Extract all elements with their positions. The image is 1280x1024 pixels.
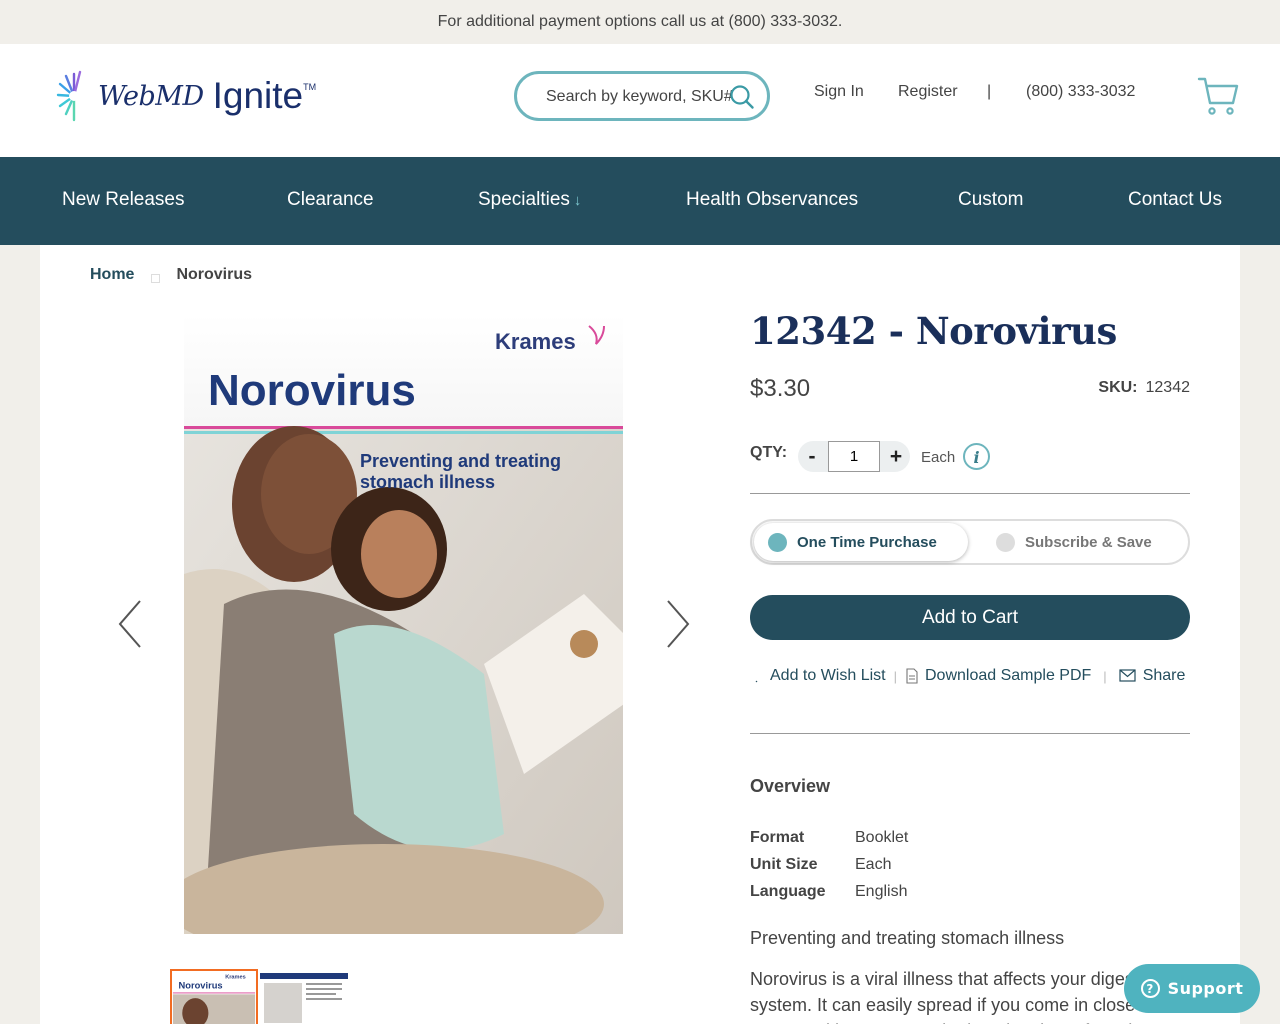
qty-decrement-button[interactable]: - [798, 441, 826, 472]
breadcrumb-separator [151, 273, 161, 283]
search-icon[interactable] [729, 84, 755, 110]
heart-icon [755, 680, 758, 683]
share-link[interactable]: Share [1119, 667, 1186, 685]
sign-in-link[interactable]: Sign In [814, 83, 864, 101]
nav-custom[interactable]: Custom [958, 189, 1023, 211]
divider [750, 733, 1190, 734]
logo-webmd-text: WebMD [98, 80, 204, 112]
thumbnail-title-text: Norovirus [179, 981, 223, 991]
divider [750, 493, 1190, 494]
envelope-icon [1119, 669, 1136, 682]
support-label: Support [1167, 979, 1244, 998]
spec-value: Each [855, 856, 892, 873]
header-separator: | [987, 83, 992, 100]
logo-ignite-text: Ignite [212, 75, 304, 116]
breadcrumb-home[interactable]: Home [90, 266, 134, 284]
thumbnail-inside-page[interactable] [260, 969, 348, 1024]
cover-title-text: Norovirus [208, 366, 416, 415]
announcement-bar: For additional payment options call us a… [0, 0, 1280, 44]
spec-value: English [855, 883, 908, 900]
download-sample-pdf-link[interactable]: Download Sample PDF [905, 667, 1091, 685]
purchase-type-toggle: One Time Purchase Subscribe & Save [750, 519, 1190, 565]
product-cover-image: Krames Norovirus Preventing and treating… [184, 314, 623, 934]
sku-label: SKU: [1098, 379, 1138, 396]
nav-health-observances[interactable]: Health Observances [686, 189, 858, 211]
nav-new-releases[interactable]: New Releases [62, 189, 185, 211]
subscribe-save-label: Subscribe & Save [1025, 533, 1152, 551]
product-page: Home Norovirus Krames Norovirus Preventi… [40, 245, 1240, 1024]
overview-heading: Overview [750, 776, 831, 796]
spec-value: Booklet [855, 829, 909, 846]
carousel-next-icon[interactable] [662, 599, 692, 649]
help-icon: ? [1140, 979, 1160, 998]
action-separator: | [893, 668, 897, 684]
add-to-wishlist-link[interactable]: Add to Wish List [750, 667, 886, 685]
cover-subtitle-line2: stomach illness [360, 472, 495, 492]
one-time-purchase-option[interactable]: One Time Purchase [754, 523, 968, 561]
cover-brand-text: Krames [495, 329, 576, 354]
add-to-cart-button[interactable]: Add to Cart [750, 595, 1190, 640]
search-input[interactable] [546, 86, 732, 108]
info-icon[interactable]: i [962, 442, 991, 471]
carousel-prev-icon[interactable] [116, 599, 146, 649]
spec-row: Format Booklet [750, 829, 908, 847]
nav-clearance[interactable]: Clearance [287, 189, 374, 211]
document-icon [906, 668, 918, 684]
product-title: 12342 - Norovirus [750, 309, 1117, 353]
quantity-stepper: - + [798, 441, 910, 472]
nav-specialties-label: Specialties [478, 189, 570, 210]
announcement-text: For additional payment options call us a… [437, 13, 843, 30]
spec-row: Unit Size Each [750, 856, 891, 874]
spec-row: Language English [750, 883, 907, 901]
shopping-cart-icon[interactable] [1197, 75, 1239, 117]
product-price: $3.30 [750, 375, 811, 402]
wishlist-label: Add to Wish List [770, 667, 886, 684]
radio-unselected-icon [996, 532, 1015, 552]
cover-subtitle-line1: Preventing and treating [360, 451, 561, 471]
share-label: Share [1142, 667, 1186, 684]
product-actions: Add to Wish List | Download Sample PDF |… [750, 667, 1185, 685]
thumbnail-cover[interactable]: Krames Norovirus [170, 969, 258, 1024]
logo-tm-text: TM [303, 82, 317, 92]
qty-label: QTY: [750, 444, 788, 461]
one-time-purchase-label: One Time Purchase [797, 533, 937, 551]
sku-value: 12342 [1145, 379, 1191, 396]
qty-increment-button[interactable]: + [882, 441, 910, 472]
main-nav: New Releases Clearance Specialties ↓ Heal… [0, 157, 1280, 245]
register-link[interactable]: Register [898, 83, 958, 101]
webmd-ignite-logo[interactable]: WebMD Ignite TM [56, 68, 316, 124]
spec-label: Language [750, 883, 826, 900]
unit-label: Each [921, 449, 956, 466]
logo-burst-icon [56, 70, 82, 122]
nav-specialties[interactable]: Specialties ↓ [478, 189, 581, 211]
arrow-down-icon: ↓ [573, 192, 582, 209]
search-box [514, 71, 770, 121]
spec-label: Format [750, 829, 805, 846]
svg-text:i: i [973, 448, 979, 467]
breadcrumb-current: Norovirus [176, 266, 253, 283]
download-label: Download Sample PDF [925, 667, 1092, 684]
action-separator: | [1103, 668, 1107, 684]
site-header: WebMD Ignite TM Sign In Register | (800)… [0, 44, 1280, 157]
support-button[interactable]: ? Support [1124, 964, 1260, 1013]
thumbnail-brand-text: Krames [225, 974, 246, 980]
qty-input[interactable] [828, 441, 880, 472]
product-sku: SKU: 12342 [1098, 379, 1190, 397]
spec-label: Unit Size [750, 856, 818, 873]
breadcrumb: Home Norovirus [90, 266, 252, 284]
radio-selected-icon [768, 532, 787, 552]
phone-link[interactable]: (800) 333-3032 [1026, 83, 1135, 101]
product-subtitle: Preventing and treating stomach illness [750, 928, 1065, 948]
nav-contact-us[interactable]: Contact Us [1128, 189, 1222, 211]
subscribe-save-option[interactable]: Subscribe & Save [982, 523, 1182, 561]
